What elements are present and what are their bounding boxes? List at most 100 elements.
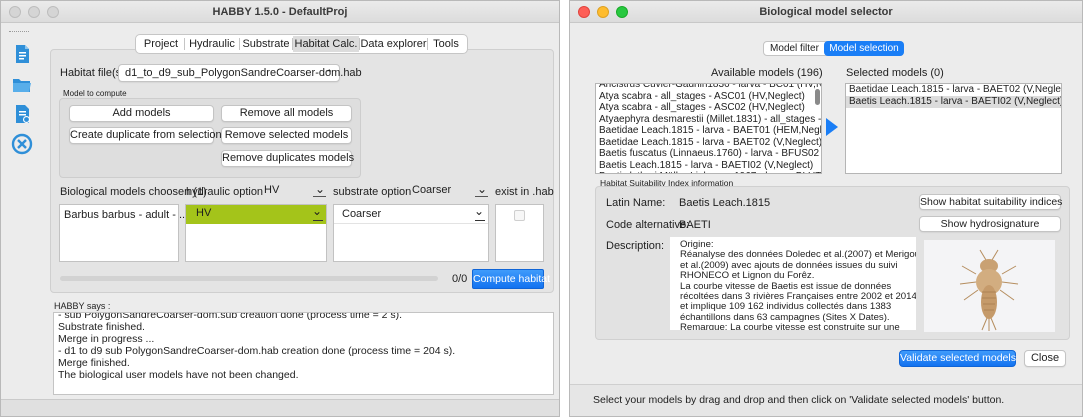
save-document-icon[interactable] <box>11 103 33 125</box>
zoom-window-button[interactable] <box>47 6 59 18</box>
minimize-window-button[interactable] <box>597 6 609 18</box>
compute-habitat-button[interactable]: Compute habitat <box>472 269 550 289</box>
available-models-label: Available models (196) <box>711 67 823 79</box>
list-item[interactable]: Baetidae Leach.1815 - larva - BAET02 (V,… <box>846 84 1061 96</box>
log-line: Merge in progress ... <box>58 333 155 345</box>
list-item[interactable]: Baetidae Leach.1815 - larva - BAET02 (V,… <box>596 137 821 149</box>
habby-says-label: HABBY says : <box>54 301 111 311</box>
description-label: Description: <box>606 240 665 252</box>
tab-data-explorer[interactable]: Data explorer <box>360 36 427 52</box>
bio-models-list[interactable]: Barbus barbus - adult - ... <box>59 204 188 262</box>
open-folder-icon[interactable] <box>11 74 33 96</box>
substrate-row-select[interactable]: Coarser ⌄ <box>334 204 488 224</box>
species-image <box>924 240 1055 332</box>
remove-all-models-button[interactable]: Remove all models <box>221 105 352 122</box>
description-line: Remarque: La courbe vitesse est construi… <box>680 322 900 330</box>
main-window-titlebar: HABBY 1.5.0 - DefaultProj <box>1 1 559 23</box>
list-item[interactable]: Ancistrus Cuvier-Gadnih1836 - larva - BC… <box>596 84 821 91</box>
list-item[interactable]: Atyaephyra desmarestii (Millet.1831) - a… <box>596 114 821 126</box>
hydraulic-row-value: HV <box>196 207 212 219</box>
bio-models-header: Biological models choosen (1) <box>60 186 207 198</box>
tab-habitat-calc[interactable]: Habitat Calc. <box>293 36 359 52</box>
close-window-button[interactable] <box>578 6 590 18</box>
new-document-icon[interactable] <box>11 43 33 65</box>
available-models-list[interactable]: Ancistrus Cuvier-Gadnih1836 - larva - BC… <box>595 83 822 174</box>
close-window-button[interactable] <box>9 6 21 18</box>
substrate-option-value[interactable]: Coarser <box>412 184 451 196</box>
hydraulic-row-select[interactable]: HV ⌄ <box>186 204 326 224</box>
bio-model-selector-window: Biological model selector Model filter M… <box>569 0 1083 417</box>
remove-duplicates-button[interactable]: Remove duplicates models <box>221 150 354 167</box>
exist-in-hab-list <box>495 204 544 262</box>
show-hydrosignature-button[interactable]: Show hydrosignature <box>919 216 1061 232</box>
substrate-option-header: substrate option <box>333 186 412 198</box>
log-line: Merge finished. <box>58 357 130 369</box>
window-controls <box>9 6 59 18</box>
list-item[interactable]: Atya scabra - all_stages - ASC01 (HV,Neg… <box>596 91 821 103</box>
latin-name-value: Baetis Leach.1815 <box>679 197 771 209</box>
log-line: - d1 to d9 sub PolygonSandreCoarser-dom.… <box>58 345 456 357</box>
tab-model-filter[interactable]: Model filter <box>766 42 823 55</box>
chevron-down-icon: ⌄ <box>311 204 322 218</box>
chevron-down-icon: ⌄ <box>473 204 484 218</box>
progress-bar <box>60 276 438 281</box>
latin-name-label: Latin Name: <box>606 197 666 209</box>
substrate-row-value: Coarser <box>342 208 382 220</box>
exist-checkbox[interactable] <box>514 210 525 221</box>
selector-window-title: Biological model selector <box>759 6 893 18</box>
create-duplicate-button[interactable]: Create duplicate from selection <box>69 127 222 144</box>
tab-project[interactable]: Project <box>139 36 183 52</box>
hydraulic-option-dropdown-icon[interactable]: ⌄ <box>315 182 325 196</box>
zoom-window-button[interactable] <box>616 6 628 18</box>
mayfly-larva-illustration <box>959 249 1019 331</box>
log-line: - sub PolygonSandreCoarser-dom.sub creat… <box>58 312 403 321</box>
status-text: Select your models by drag and drop and … <box>593 394 1005 406</box>
list-item[interactable]: Baetis lutheri Müller-Liebenau.1967 - la… <box>596 171 821 173</box>
remove-selected-models-button[interactable]: Remove selected models <box>221 127 352 144</box>
model-to-compute-label: Model to compute <box>63 89 127 98</box>
list-item[interactable]: Baetis fuscatus (Linnaeus.1760) - larva … <box>596 148 821 160</box>
tab-tools[interactable]: Tools <box>428 36 464 52</box>
close-project-icon[interactable] <box>11 133 33 155</box>
log-line: The biological user models have not been… <box>58 369 299 381</box>
hydraulic-option-header: hydraulic option <box>186 186 264 198</box>
list-item[interactable]: Baetis Leach.1815 - larva - BAETI02 (V,N… <box>596 160 821 172</box>
tab-hydraulic[interactable]: Hydraulic <box>185 36 239 52</box>
minimize-window-button[interactable] <box>28 6 40 18</box>
log-box: - sub PolygonSandreCoarser-dom.sub creat… <box>53 312 554 395</box>
show-hsi-button[interactable]: Show habitat suitability indices <box>919 194 1062 210</box>
selected-models-list[interactable]: Baetidae Leach.1815 - larva - BAET02 (V,… <box>845 83 1062 174</box>
substrate-option-list: Coarser ⌄ <box>333 204 489 262</box>
hydraulic-option-value[interactable]: HV <box>264 184 279 196</box>
list-item[interactable]: Atya scabra - all_stages - ASC02 (HV,Neg… <box>596 102 821 114</box>
code-alt-value: BAETI <box>679 219 711 231</box>
description-box: Origine: Réanalyse des données Doledec et… <box>670 237 916 330</box>
log-line: Substrate finished. <box>58 321 145 333</box>
log-lines: - sub PolygonSandreCoarser-dom.sub creat… <box>58 312 549 381</box>
main-window-title: HABBY 1.5.0 - DefaultProj <box>212 6 348 18</box>
tab-substrate[interactable]: Substrate <box>240 36 292 52</box>
exist-header: exist in .hab <box>495 186 554 198</box>
main-status-bar <box>1 399 559 416</box>
selected-models-label: Selected models (0) <box>846 67 944 79</box>
updown-chevron-icon: ⌃ <box>325 68 333 78</box>
bio-model-row[interactable]: Barbus barbus - adult - ... <box>64 209 188 221</box>
code-alt-label: Code alternative: <box>606 219 690 231</box>
scrollbar-thumb[interactable] <box>815 89 820 105</box>
tab-model-selection[interactable]: Model selection <box>824 41 904 56</box>
list-item[interactable]: Baetidae Leach.1815 - larva - BAET01 (HE… <box>596 125 821 137</box>
progress-text: 0/0 <box>452 273 468 285</box>
selector-window-titlebar: Biological model selector <box>570 1 1082 23</box>
toolbar-grip <box>9 31 29 32</box>
validate-selected-models-button[interactable]: Validate selected models <box>899 350 1016 367</box>
habitat-file-select[interactable]: d1_to_d9_sub_PolygonSandreCoarser-dom.ha… <box>118 64 362 82</box>
habitat-file-label: Habitat file(s) <box>60 67 125 79</box>
close-button[interactable]: Close <box>1024 350 1066 367</box>
substrate-option-dropdown-icon[interactable]: ⌄ <box>477 182 487 196</box>
list-item[interactable]: Baetis Leach.1815 - larva - BAETI02 (V,N… <box>846 96 1061 108</box>
window-controls <box>578 6 628 18</box>
transfer-arrow-icon[interactable] <box>825 117 839 137</box>
description-text: Origine: Réanalyse des données Doledec et… <box>680 239 916 330</box>
selector-status-bar: Select your models by drag and drop and … <box>570 384 1082 416</box>
add-models-button[interactable]: Add models <box>69 105 214 122</box>
